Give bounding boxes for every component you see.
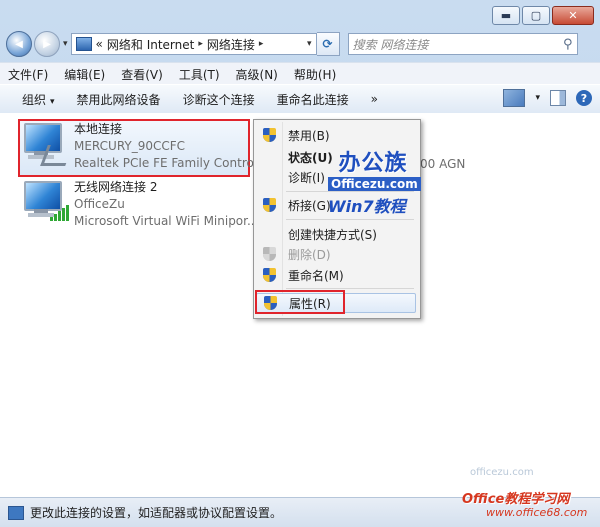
menu-bar: 文件(F) 编辑(E) 查看(V) 工具(T) 高级(N) 帮助(H) — [0, 62, 600, 85]
back-arrow-icon: ◀ — [15, 38, 23, 50]
breadcrumb-network-internet[interactable]: 网络和 Internet — [107, 36, 194, 53]
brand-watermark-url: Officezu.com — [328, 177, 421, 191]
maximize-button[interactable]: ▢ — [522, 6, 550, 25]
breadcrumb-separator-icon[interactable]: ▸ — [198, 39, 203, 49]
view-dropdown-icon[interactable]: ▾ — [535, 93, 540, 103]
menu-item-label: 桥接(G) — [288, 198, 331, 213]
menu-view[interactable]: 查看(V) — [113, 66, 171, 83]
organize-button[interactable]: 组织 ▾ — [0, 91, 66, 108]
breadcrumb-separator-icon[interactable]: ▸ — [259, 39, 264, 49]
status-text: 更改此连接的设置，如适配器或协议配置设置。 — [30, 506, 283, 520]
uac-shield-disabled-icon — [262, 247, 276, 261]
uac-shield-icon — [262, 268, 276, 282]
help-icon[interactable]: ? — [576, 90, 592, 106]
search-icon[interactable]: ⚲ — [563, 37, 573, 52]
win7-watermark: Win7教程 — [328, 197, 406, 216]
caption-buttons: ▬ ▢ ✕ — [492, 6, 594, 25]
site-watermark-top: officezu.com — [470, 467, 534, 478]
minimize-button[interactable]: ▬ — [492, 6, 520, 25]
status-network-icon — [8, 505, 24, 520]
menu-advanced[interactable]: 高级(N) — [228, 66, 286, 83]
rename-connection-button[interactable]: 重命名此连接 — [266, 91, 360, 108]
list-item-wireless-connection[interactable]: 无线网络连接 2 OfficeZu Microsoft Virtual WiFi… — [22, 179, 258, 230]
menu-separator — [286, 219, 414, 220]
navigation-row: ◀ ▶ ▾ « 网络和 Internet ▸ 网络连接 ▸ ▾ ⟳ 搜索 网络连… — [6, 30, 594, 58]
refresh-button[interactable]: ⟳ — [316, 32, 340, 56]
refresh-icon: ⟳ — [322, 37, 333, 51]
menu-help[interactable]: 帮助(H) — [286, 66, 344, 83]
more-commands-button[interactable]: » — [360, 92, 389, 106]
connection-status: MERCURY_90CCFC — [74, 139, 186, 153]
diagnose-connection-button[interactable]: 诊断这个连接 — [172, 91, 266, 108]
connection-status: OfficeZu — [74, 197, 125, 211]
change-view-icon[interactable] — [503, 89, 526, 107]
site-watermark-title: Office教程学习网 — [462, 492, 570, 507]
menu-item-label: 状态(U) — [288, 150, 333, 165]
close-button[interactable]: ✕ — [552, 6, 594, 25]
menu-item-label: 删除(D) — [288, 247, 331, 262]
wired-network-icon — [22, 121, 73, 166]
menu-item-create-shortcut[interactable]: 创建快捷方式(S) — [256, 224, 416, 244]
menu-tools[interactable]: 工具(T) — [171, 66, 228, 83]
menu-item-label: 重命名(M) — [288, 268, 344, 283]
forward-button[interactable]: ▶ — [34, 31, 60, 57]
menu-item-disable[interactable]: 禁用(B) — [256, 125, 416, 145]
brand-watermark: 办公族 Officezu.com — [328, 145, 421, 191]
menu-edit[interactable]: 编辑(E) — [56, 66, 113, 83]
address-dropdown-icon[interactable]: ▾ — [307, 39, 312, 49]
properties-highlight-box — [255, 290, 345, 314]
search-box[interactable]: 搜索 网络连接 ⚲ — [347, 33, 578, 55]
organize-label: 组织 — [22, 92, 47, 107]
list-item-local-connection[interactable]: 本地连接 MERCURY_90CCFC Realtek PCIe FE Fami… — [22, 121, 269, 172]
menu-separator — [286, 191, 414, 192]
disable-device-button[interactable]: 禁用此网络设备 — [66, 91, 172, 108]
menu-item-label: 诊断(I) — [288, 170, 325, 185]
forward-arrow-icon: ▶ — [43, 38, 51, 50]
connection-name: 本地连接 — [74, 122, 123, 136]
wireless-network-icon — [22, 179, 69, 223]
preview-pane-icon[interactable] — [550, 90, 566, 106]
search-input[interactable]: 搜索 网络连接 — [353, 36, 563, 53]
connection-adapter: Realtek PCIe FE Family Control... — [74, 156, 269, 170]
menu-item-label: 创建快捷方式(S) — [288, 227, 377, 242]
hidden-adapter-suffix: 00 AGN — [420, 157, 466, 171]
address-bar[interactable]: « 网络和 Internet ▸ 网络连接 ▸ ▾ — [70, 33, 317, 55]
breadcrumb-prefix[interactable]: « — [96, 37, 103, 51]
connection-adapter: Microsoft Virtual WiFi Minipor... — [74, 214, 259, 228]
brand-watermark-text: 办公族 — [338, 151, 408, 176]
menu-file[interactable]: 文件(F) — [0, 66, 56, 83]
network-folder-icon — [75, 37, 92, 51]
menu-separator — [286, 288, 414, 289]
uac-shield-icon — [262, 198, 276, 212]
back-button[interactable]: ◀ — [6, 31, 32, 57]
command-bar: 组织 ▾ 禁用此网络设备 诊断这个连接 重命名此连接 » ▾ ? — [0, 84, 600, 114]
explorer-window: ▬ ▢ ✕ ◀ ▶ ▾ « 网络和 Internet ▸ 网络连接 ▸ ▾ ⟳ … — [0, 0, 600, 527]
recent-pages-dropdown[interactable]: ▾ — [63, 39, 68, 49]
menu-item-delete[interactable]: 删除(D) — [256, 244, 416, 264]
menu-item-rename[interactable]: 重命名(M) — [256, 265, 416, 285]
command-bar-right: ▾ ? — [503, 89, 592, 107]
uac-shield-icon — [262, 128, 276, 142]
organize-dropdown-icon: ▾ — [50, 96, 55, 107]
connection-name: 无线网络连接 2 — [74, 180, 158, 194]
breadcrumb-network-connections[interactable]: 网络连接 — [207, 36, 255, 53]
site-watermark-url: www.office68.com — [486, 506, 588, 519]
menu-item-label: 禁用(B) — [288, 128, 330, 143]
